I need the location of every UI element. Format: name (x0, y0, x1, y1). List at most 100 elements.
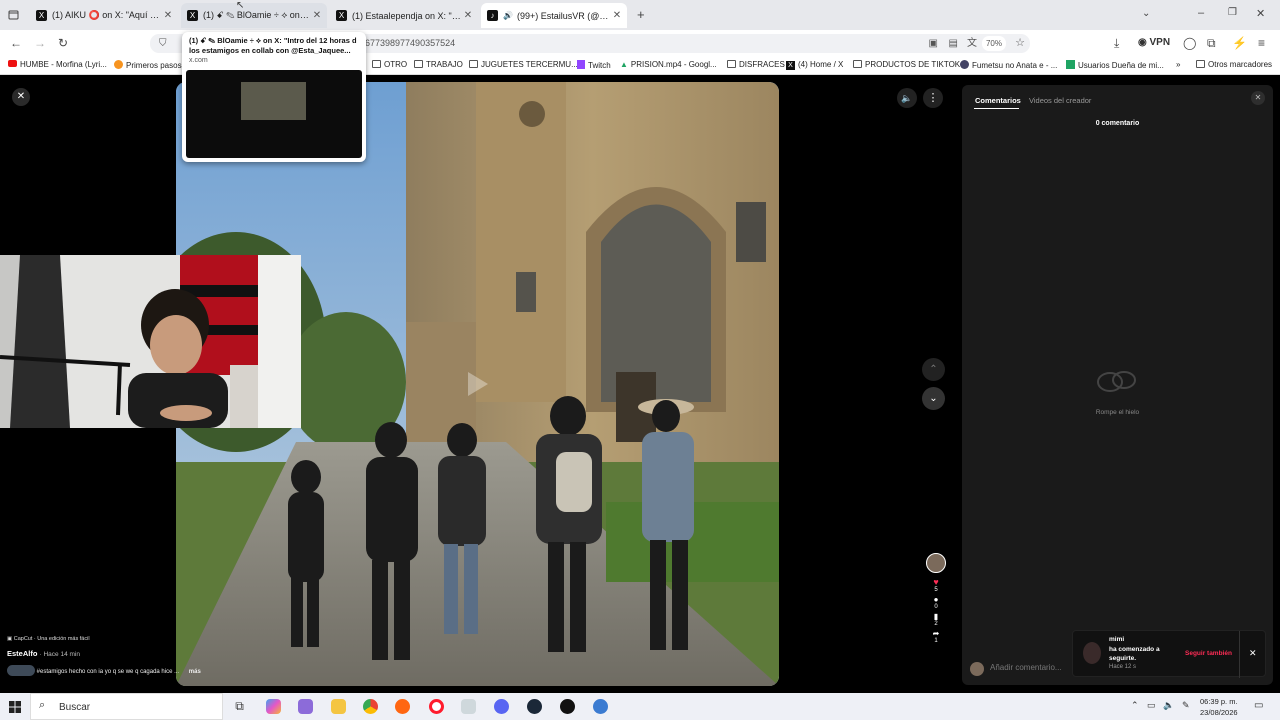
close-icon[interactable]: ✕ (311, 10, 323, 21)
steam-icon[interactable] (527, 699, 542, 714)
opera-icon[interactable] (429, 699, 444, 714)
capcut-app-icon[interactable] (560, 699, 575, 714)
bookmark-icon[interactable]: ▮ (924, 612, 948, 621)
creator-avatar[interactable] (926, 553, 946, 573)
x-icon: X (786, 61, 795, 70)
windows-taskbar: ⌕ Buscar ⧉ ⌃ ▭ 🔈 ✎ 06:39 p. m. 23/08/202… (0, 693, 1280, 720)
close-viewer-button[interactable]: ✕ (12, 88, 30, 106)
bookmark-prision[interactable]: ▲ PRISION.mp4 - Googl... (620, 60, 717, 69)
close-icon[interactable]: ✕ (462, 10, 474, 21)
tray-app-icon[interactable]: ▭ (1147, 700, 1156, 711)
divider (1239, 631, 1240, 678)
post-time: · Hace 14 min (39, 651, 80, 658)
folder-icon (414, 60, 423, 68)
vpn-button[interactable]: ◉ VPN (1138, 37, 1170, 48)
bookmark-otro[interactable]: OTRO (372, 60, 407, 69)
clock-time: 06:39 p. m. (1200, 697, 1238, 706)
capcut-badge[interactable]: ▣ CapCut · Una edición más fácil (7, 636, 307, 642)
taskbar-search-box[interactable]: ⌕ Buscar (30, 693, 223, 720)
sheets-icon (1066, 60, 1075, 69)
close-icon[interactable]: ✕ (162, 10, 174, 21)
comments-count-label: 0 comentario (1095, 120, 1140, 127)
tab-aiku[interactable]: X (1) AIKU ⭕ on X: "Aquí está mi ✕ (30, 3, 178, 28)
tab-comments[interactable]: Comentarios (975, 96, 1021, 105)
chevron-down-icon[interactable]: ⌄ (1142, 8, 1150, 19)
add-comment-input[interactable]: Añadir comentario... (990, 663, 1062, 672)
volume-icon[interactable]: 🔈 (1163, 700, 1174, 711)
next-video-button[interactable]: ⌄ (922, 387, 945, 410)
share-icon[interactable]: ➦ (924, 629, 948, 638)
previous-video-button[interactable]: ⌃ (922, 358, 945, 381)
bookmark-humbe[interactable]: HUMBE - Morfina (Lyri... (8, 60, 107, 69)
star-icon[interactable]: ☆ (1015, 34, 1025, 53)
close-notification-icon[interactable]: ✕ (1249, 648, 1257, 659)
audio-toggle[interactable] (7, 665, 35, 676)
shield-icon[interactable]: ⛉ (159, 34, 167, 53)
tab-estailusvr[interactable]: ♪ 🔊 (99+) EstailusVR (@estailus ✕ (481, 3, 627, 28)
close-icon[interactable]: ✕ (611, 10, 623, 21)
more-caption-link[interactable]: más (189, 669, 201, 675)
reader-icon[interactable]: ▤ (949, 34, 958, 53)
extensions-icon[interactable]: ⧉ (1207, 35, 1216, 51)
account-icon[interactable]: ◯ (1183, 35, 1196, 51)
follow-back-button[interactable]: Seguir también (1185, 650, 1232, 657)
app-blue-icon[interactable] (593, 699, 608, 714)
firefox-icon[interactable] (395, 699, 410, 714)
bookmark-disfraces[interactable]: DISFRACES (727, 60, 785, 69)
windows-start-icon[interactable] (9, 700, 21, 718)
forward-arrow-icon[interactable]: → (34, 35, 46, 51)
heart-icon[interactable]: ♥ (924, 577, 948, 587)
bookmark-primeros-pasos[interactable]: Primeros pasos (114, 60, 182, 70)
mute-icon[interactable]: 🔈 (897, 88, 917, 108)
url-text: 7677398977490357524 (360, 38, 456, 48)
menu-icon[interactable]: ≡ (1258, 35, 1265, 51)
bookmark-fumetsu[interactable]: Fumetsu no Anata e - ... (960, 60, 1057, 70)
pen-icon[interactable]: ✎ (1182, 700, 1190, 711)
bookmark-productos-tiktok[interactable]: PRODUCTOS DE TIKTOK (853, 60, 960, 69)
reload-icon[interactable]: ↻ (58, 35, 68, 51)
tab-estaalependja[interactable]: X (1) Estaalependja on X: "Le cam ✕ (330, 3, 478, 28)
new-tab-button[interactable]: + (637, 7, 645, 22)
author-name[interactable]: EsteAlfo (7, 649, 37, 658)
tray-chevron-icon[interactable]: ⌃ (1131, 700, 1139, 711)
tab-bloamie[interactable]: X (1) ꗃ ✎ BlOamie ÷ ⟡ on X: "In ✕ (181, 3, 327, 28)
comment-icon[interactable]: ● (924, 595, 948, 604)
chrome-icon[interactable] (363, 699, 378, 714)
task-view-icon[interactable]: ⧉ (232, 699, 247, 714)
ai-icon[interactable]: ⚡ (1232, 35, 1247, 51)
more-options-icon[interactable]: ⋮ (923, 88, 943, 108)
bookmark-otros-marcadores[interactable]: Otros marcadores (1196, 60, 1272, 69)
restore-button[interactable]: ❐ (1228, 7, 1237, 18)
tab-overview-icon[interactable] (8, 8, 19, 24)
drive-icon: ▲ (620, 60, 628, 69)
translate-icon[interactable]: 文 (967, 34, 977, 53)
file-explorer-icon[interactable] (331, 699, 346, 714)
back-arrow-icon[interactable]: ← (10, 35, 22, 51)
speaker-icon: 🔊 (503, 11, 513, 20)
notifications-icon[interactable]: ▭ (1254, 700, 1263, 711)
app-icon[interactable] (461, 699, 476, 714)
close-window-button[interactable]: ✕ (1256, 7, 1265, 20)
bookmark-juguetes[interactable]: JUGUETES TERCERMU... (469, 60, 578, 69)
screenshot-icon[interactable]: ▣ (929, 34, 938, 53)
action-column: ♥ 5 ● 0 ▮ 2 ➦ 1 (924, 553, 948, 681)
bookmarks-overflow-icon[interactable]: » (1176, 60, 1180, 69)
bookmark-home-x[interactable]: X (4) Home / X (786, 60, 843, 70)
download-icon[interactable]: ⤓ (1114, 35, 1119, 51)
minimize-button[interactable]: – (1198, 7, 1204, 19)
bookmark-twitch[interactable]: Twitch (577, 60, 611, 70)
zoom-level[interactable]: 70% (981, 36, 1006, 51)
close-panel-button[interactable]: ✕ (1251, 91, 1265, 105)
tab-preview-thumbnail (186, 70, 362, 158)
x-icon: X (336, 10, 347, 21)
tiktok-icon: ♪ (487, 10, 498, 21)
webcam-illustration (0, 255, 301, 428)
copilot-icon[interactable] (266, 699, 281, 714)
active-tab-indicator (974, 108, 1019, 109)
discord-icon[interactable] (494, 699, 509, 714)
clock[interactable]: 06:39 p. m. 23/08/2026 (1200, 696, 1238, 718)
bookmark-trabajo[interactable]: TRABAJO (414, 60, 463, 69)
tab-creator-videos[interactable]: Videos del creador (1029, 96, 1091, 105)
bookmark-usuarios[interactable]: Usuarios Dueña de mi... (1066, 60, 1164, 70)
office-icon[interactable] (298, 699, 313, 714)
